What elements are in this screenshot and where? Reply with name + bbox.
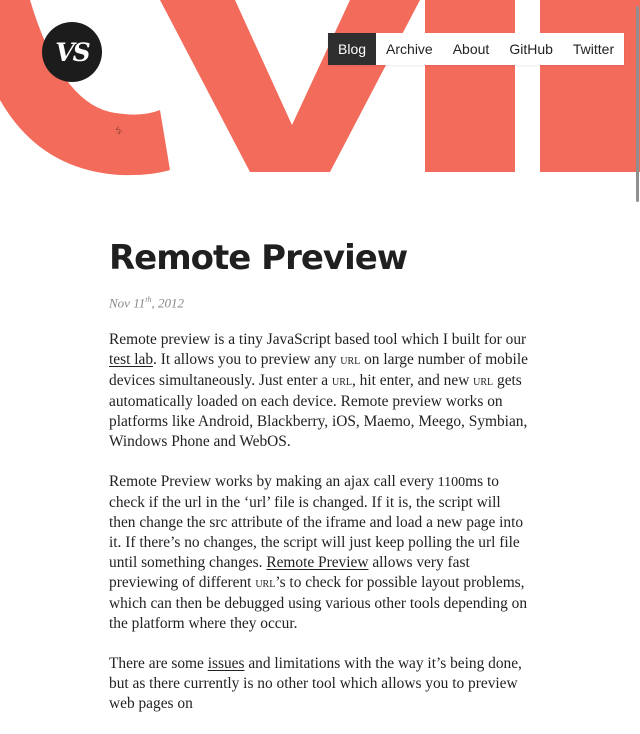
paragraph-2: Remote Preview works by making an ajax c… — [109, 472, 529, 634]
logo-text: VS — [55, 37, 90, 67]
p1-text-1: Remote preview is a tiny JavaScript base… — [109, 331, 527, 349]
p3-text-1: There are some — [109, 655, 208, 673]
url-term: url — [255, 576, 276, 592]
paragraph-3: There are some issues and limitations wi… — [109, 654, 529, 714]
site-logo[interactable]: VS — [42, 22, 102, 82]
nav-item-blog[interactable]: Blog — [328, 33, 377, 65]
scrollbar-thumb[interactable] — [636, 6, 639, 202]
post-title: Remote Preview — [109, 238, 408, 278]
date-suffix: th — [145, 295, 152, 304]
remote-preview-link[interactable]: Remote Preview — [266, 554, 368, 571]
paragraph-1: Remote preview is a tiny JavaScript base… — [109, 330, 529, 452]
nav-item-github[interactable]: GitHub — [499, 33, 563, 65]
url-term: url — [473, 374, 494, 390]
nav-item-twitter[interactable]: Twitter — [563, 33, 624, 65]
test-lab-link[interactable]: test lab — [109, 351, 153, 368]
p2-text-1: Remote Preview works by making an ajax c… — [109, 473, 438, 491]
p1-text-4: , hit enter, and new — [351, 372, 474, 390]
nav-item-archive[interactable]: Archive — [376, 33, 443, 65]
url-term: url — [340, 353, 361, 369]
blog-post: Remote Preview Nov 11th, 2012 Remote pre… — [109, 238, 529, 734]
hero-banner: vs VS Blog Archive About GitHub Twitter — [0, 0, 640, 180]
main-navigation: Blog Archive About GitHub Twitter — [328, 33, 625, 65]
date-month: Nov — [109, 295, 130, 311]
post-date: Nov 11th, 2012 — [109, 295, 184, 311]
interval-number: 1100 — [437, 475, 466, 491]
p1-text-2: . It allows you to preview any — [153, 351, 341, 369]
issues-link[interactable]: issues — [208, 655, 245, 672]
date-day: 11 — [133, 295, 146, 311]
url-term: url — [331, 374, 352, 390]
hero-background-lettering: vs — [0, 0, 640, 176]
nav-item-about[interactable]: About — [443, 33, 500, 65]
date-year: 2012 — [157, 295, 184, 311]
